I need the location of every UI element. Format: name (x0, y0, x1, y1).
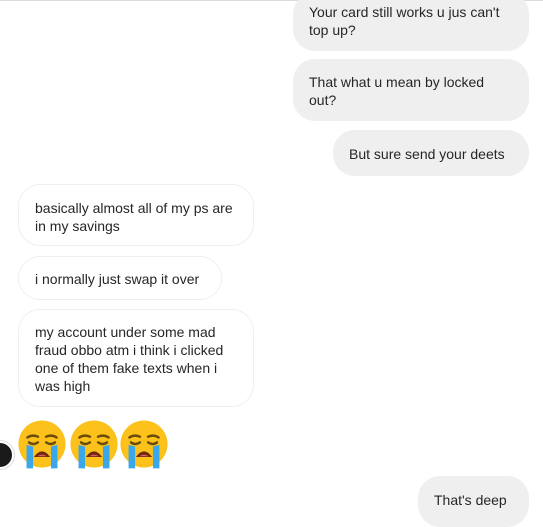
message-text: Your card still works u jus can't top up… (309, 4, 500, 38)
message-text: i normally just swap it over (35, 271, 200, 287)
incoming-message[interactable]: basically almost all of my ps are in my … (18, 184, 254, 246)
outgoing-message[interactable]: That what u mean by locked out? (293, 59, 529, 121)
outgoing-message[interactable]: That's deep (418, 476, 529, 527)
incoming-message[interactable]: my account under some mad fraud obbo atm… (18, 309, 254, 407)
loudly-crying-face-icon (70, 420, 118, 469)
message-text: That's deep (434, 492, 507, 508)
message-text: But sure send your deets (349, 146, 505, 162)
message-text: That what u mean by locked out? (309, 74, 485, 108)
message-text: my account under some mad fraud obbo atm… (35, 324, 224, 394)
message-text: basically almost all of my ps are in my … (35, 200, 233, 234)
outgoing-message[interactable]: Your card still works u jus can't top up… (293, 0, 529, 51)
outgoing-message[interactable]: But sure send your deets (333, 130, 529, 176)
loudly-crying-face-icon (120, 420, 168, 469)
loudly-crying-face-icon (18, 420, 66, 469)
incoming-message[interactable]: i normally just swap it over (18, 256, 222, 300)
sender-avatar[interactable] (0, 441, 14, 469)
